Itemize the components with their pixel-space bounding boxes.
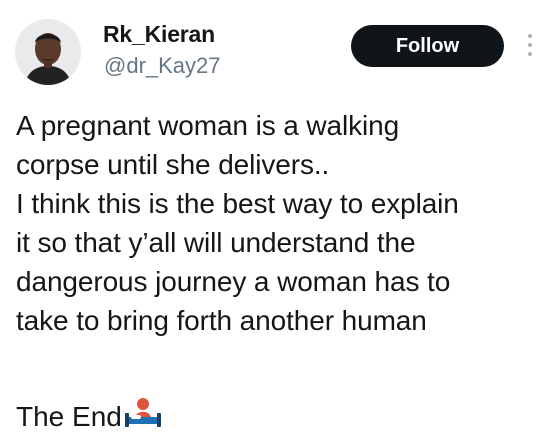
tweet-line: dangerous journey a woman has to <box>16 266 451 297</box>
profile-photo-icon <box>15 19 81 85</box>
tweet-line: corpse until she delivers.. <box>16 149 330 180</box>
ending-text: The End <box>16 401 122 432</box>
tweet-line: it so that y’all will understand the <box>16 227 416 258</box>
tweet-line: I think this is the best way to explain <box>16 188 459 219</box>
user-handle[interactable]: @dr_Kay27 <box>104 53 221 79</box>
display-name[interactable]: Rk_Kieran <box>103 21 215 48</box>
tweet-line: A pregnant woman is a walking <box>16 110 400 141</box>
vertical-ellipsis-icon[interactable] <box>524 30 536 60</box>
tweet-text: A pregnant woman is a walking corpse unt… <box>16 106 546 340</box>
tweet-ending: The End <box>16 397 163 436</box>
tweet-card: Rk_Kieran @dr_Kay27 Follow A pregnant wo… <box>0 0 552 447</box>
person-in-bed-icon <box>123 395 163 431</box>
follow-button[interactable]: Follow <box>351 25 504 67</box>
avatar[interactable] <box>15 19 81 85</box>
tweet-line: take to bring forth another human <box>16 305 427 336</box>
